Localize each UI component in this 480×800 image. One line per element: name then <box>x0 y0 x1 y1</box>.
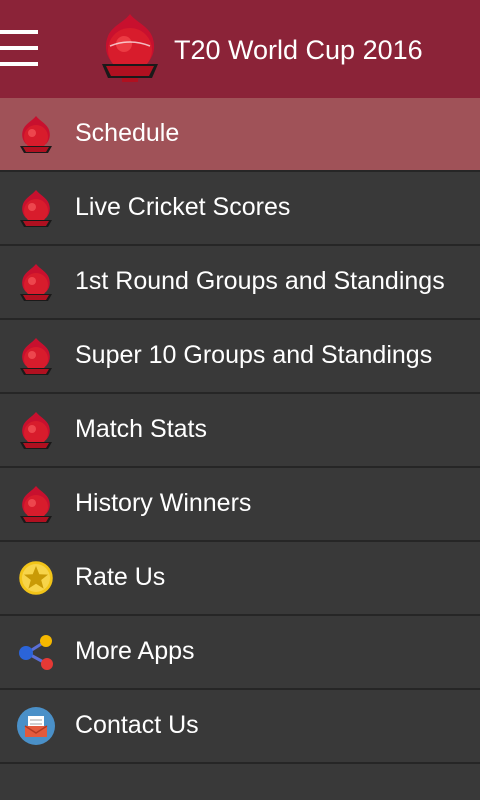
menu-item-contact-us[interactable]: Contact Us <box>0 690 480 764</box>
menu-item-history-winners[interactable]: History Winners <box>0 468 480 542</box>
menu-item-super-10-groups[interactable]: Super 10 Groups and Standings <box>0 320 480 394</box>
navigation-menu: Schedule Live Cricket Scores 1st Round G… <box>0 98 480 764</box>
cricket-ball-icon <box>20 486 52 523</box>
menu-item-label: More Apps <box>75 637 195 665</box>
cricket-ball-logo-icon <box>102 14 158 82</box>
cricket-ball-icon <box>20 338 52 375</box>
menu-item-label: Super 10 Groups and Standings <box>75 341 433 369</box>
menu-item-label: 1st Round Groups and Standings <box>75 267 445 295</box>
menu-icon[interactable] <box>0 30 38 66</box>
menu-item-1st-round-groups[interactable]: 1st Round Groups and Standings <box>0 246 480 320</box>
menu-item-rate-us[interactable]: Rate Us <box>0 542 480 616</box>
menu-item-live-cricket-scores[interactable]: Live Cricket Scores <box>0 172 480 246</box>
menu-item-schedule[interactable]: Schedule <box>0 98 480 172</box>
star-icon <box>16 558 56 598</box>
cricket-ball-icon <box>20 190 52 227</box>
menu-item-match-stats[interactable]: Match Stats <box>0 394 480 468</box>
menu-item-label: Match Stats <box>75 415 207 443</box>
menu-item-label: History Winners <box>75 489 252 517</box>
page-title: T20 World Cup 2016 <box>174 35 423 65</box>
cricket-ball-icon <box>20 412 52 449</box>
menu-item-label: Live Cricket Scores <box>75 193 291 221</box>
menu-item-more-apps[interactable]: More Apps <box>0 616 480 690</box>
app-header: T20 World Cup 2016 <box>0 0 480 98</box>
menu-item-label: Rate Us <box>75 563 166 591</box>
share-icon <box>19 635 53 670</box>
menu-item-label: Schedule <box>75 119 180 147</box>
cricket-ball-icon <box>20 116 52 153</box>
mail-icon <box>17 707 55 745</box>
cricket-ball-icon <box>20 264 52 301</box>
menu-item-label: Contact Us <box>75 711 199 739</box>
